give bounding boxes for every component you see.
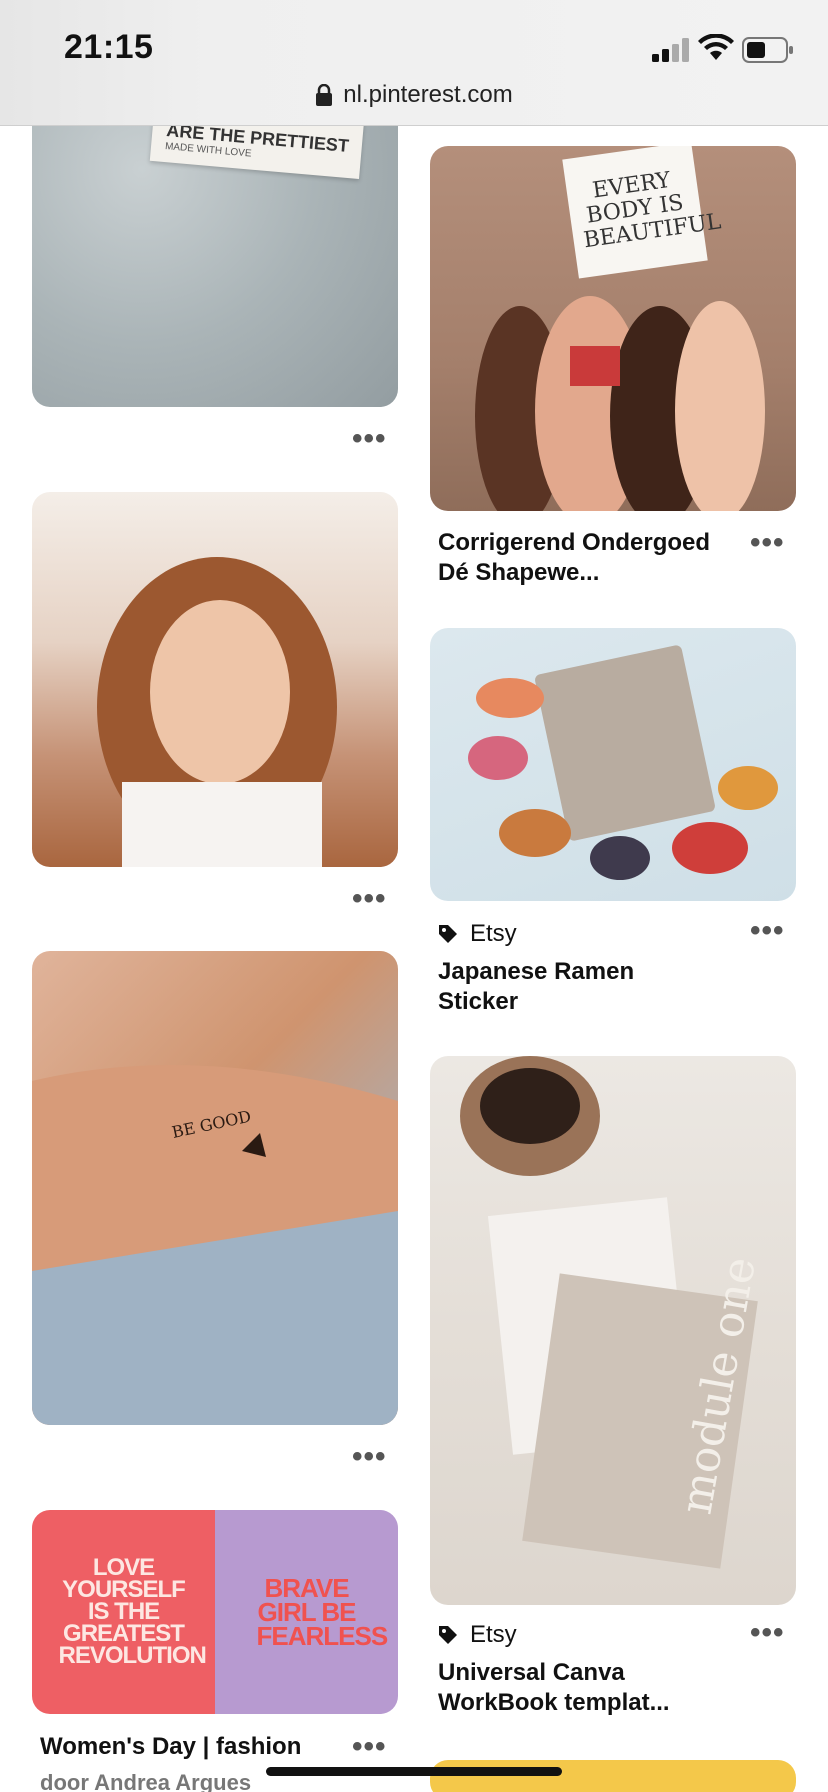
more-options-button[interactable]: ••• xyxy=(750,916,785,946)
pin-title-line2: Sticker xyxy=(438,988,519,1015)
more-options-button[interactable]: ••• xyxy=(352,1732,387,1762)
pin-ramen-sticker[interactable] xyxy=(430,628,796,901)
home-indicator[interactable] xyxy=(266,1767,562,1776)
pin-image-workbook: module one xyxy=(460,1056,766,1569)
more-options-button[interactable]: ••• xyxy=(352,424,387,454)
store-name: Etsy xyxy=(470,1621,517,1648)
pin-image-portrait xyxy=(97,557,337,867)
tag-icon xyxy=(439,1626,457,1644)
quote-card-left: LOVE YOURSELF IS THE GREATEST REVOLUTION xyxy=(32,1510,215,1714)
pin-title[interactable]: Universal Canva WorkBook templat... xyxy=(438,1658,670,1718)
pin-store-link[interactable]: Etsy xyxy=(438,1621,517,1649)
battery-icon xyxy=(742,37,793,63)
cellular-signal-icon xyxy=(652,38,689,62)
pin-title[interactable]: Women's Day | fashion xyxy=(40,1732,301,1762)
pin-title[interactable]: Japanese Ramen Sticker xyxy=(438,957,634,1017)
pin-author[interactable]: door Andrea Argues xyxy=(40,1770,251,1792)
pin-denim-label[interactable]: ARE THE PRETTIEST MADE WITH LOVE xyxy=(32,110,398,407)
pin-image-stickers xyxy=(468,645,778,880)
pin-image-sign: EVERY BODY IS BEAUTIFUL xyxy=(562,146,723,279)
wifi-icon xyxy=(698,34,734,60)
browser-top-bar: 21:15 nl.pinterest.com xyxy=(0,0,828,126)
pin-womens-day-quotes[interactable]: LOVE YOURSELF IS THE GREATEST REVOLUTION… xyxy=(32,1510,398,1714)
pin-title[interactable]: Corrigerend Ondergoed Dé Shapewe... xyxy=(438,528,710,588)
pin-image-hand-tattoo: BE GOOD xyxy=(32,1065,398,1425)
pin-next-partial[interactable] xyxy=(430,1760,796,1792)
sign-text: EVERY BODY IS BEAUTIFUL xyxy=(582,167,723,254)
pin-store-link[interactable]: Etsy xyxy=(438,920,517,948)
url-field[interactable]: nl.pinterest.com xyxy=(0,78,828,112)
pin-shapewear[interactable]: EVERY BODY IS BEAUTIFUL xyxy=(430,146,796,511)
tag-icon xyxy=(439,925,457,943)
pin-title-line2: Dé Shapewe... xyxy=(438,559,600,586)
pin-canva-workbook[interactable]: module one xyxy=(430,1056,796,1605)
url-text: nl.pinterest.com xyxy=(343,81,513,108)
lock-icon xyxy=(316,84,333,106)
pin-title-line1: Universal Canva xyxy=(438,1659,625,1686)
more-options-button[interactable]: ••• xyxy=(750,1618,785,1648)
quote-card-right: BRAVE GIRL BE FEARLESS xyxy=(215,1510,398,1714)
pin-finger-tattoo[interactable]: BE GOOD xyxy=(32,951,398,1425)
status-time: 21:15 xyxy=(64,28,154,66)
more-options-button[interactable]: ••• xyxy=(352,884,387,914)
quote-right-text: BRAVE GIRL BE FEARLESS xyxy=(256,1573,389,1651)
pin-title-line1: Corrigerend Ondergoed xyxy=(438,529,711,556)
pin-title-line1: Japanese Ramen xyxy=(438,958,635,985)
more-options-button[interactable]: ••• xyxy=(352,1442,387,1472)
store-name: Etsy xyxy=(470,920,517,947)
pin-title-line2: WorkBook templat... xyxy=(438,1689,670,1716)
pin-selfie[interactable] xyxy=(32,492,398,867)
quote-left-text: LOVE YOURSELF IS THE GREATEST REVOLUTION xyxy=(58,1554,207,1669)
more-options-button[interactable]: ••• xyxy=(750,528,785,558)
